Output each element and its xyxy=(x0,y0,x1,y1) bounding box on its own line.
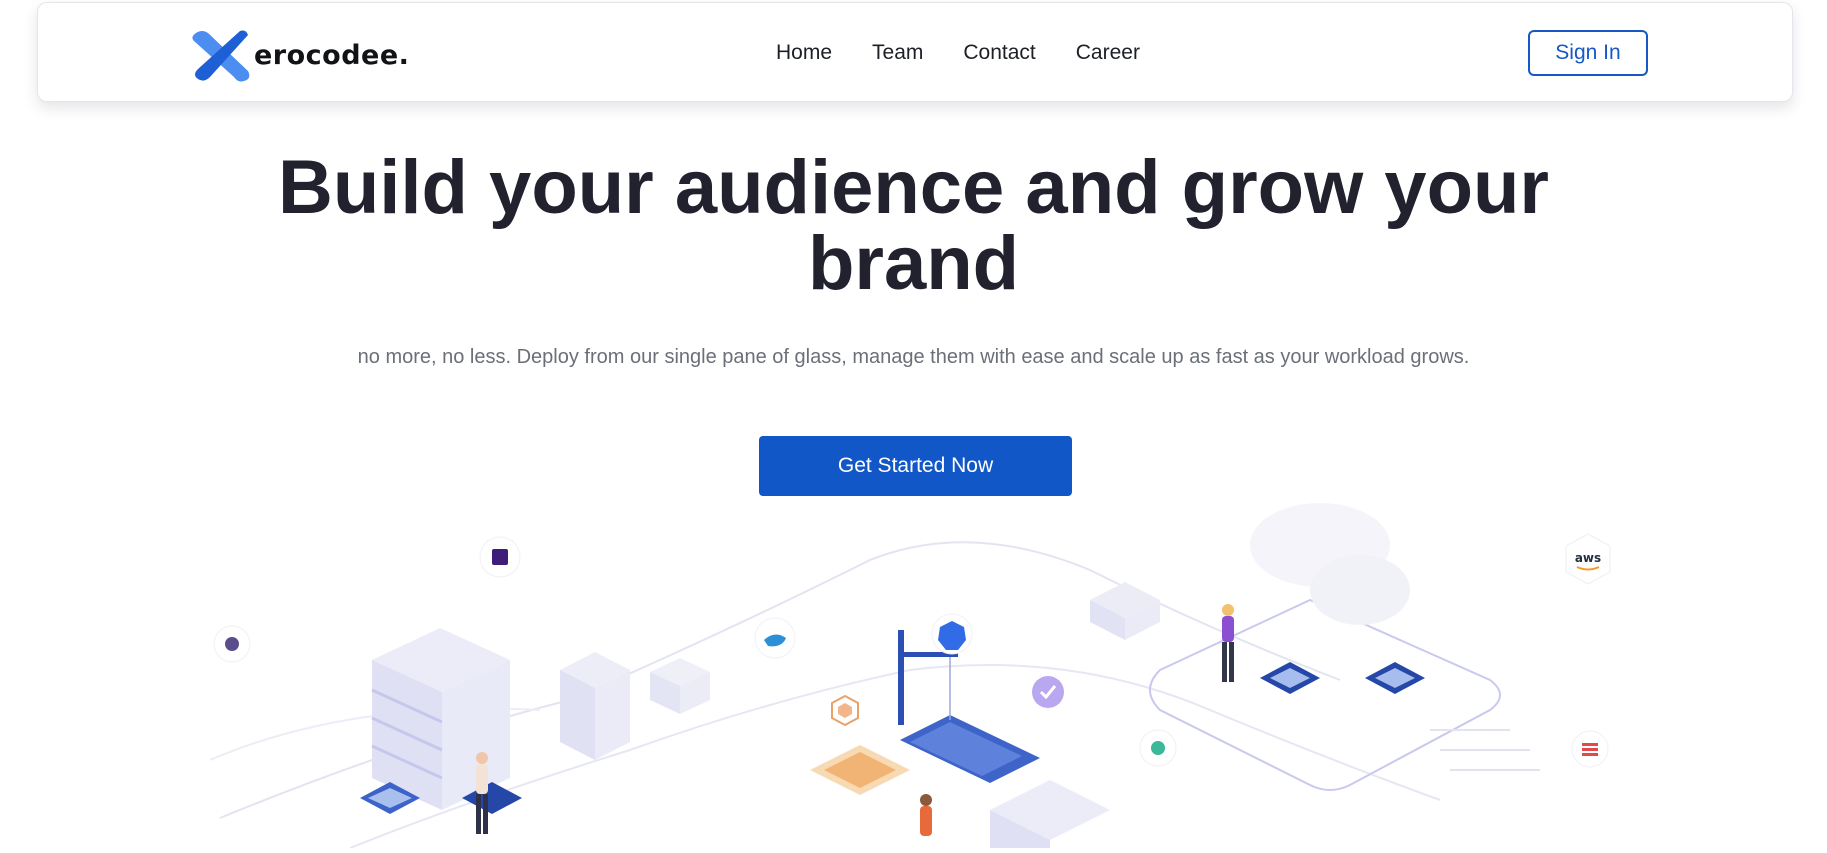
nav-link-home[interactable]: Home xyxy=(776,41,832,65)
kubernetes-icon xyxy=(931,613,973,655)
sign-in-button[interactable]: Sign In xyxy=(1528,30,1648,76)
get-started-button[interactable]: Get Started Now xyxy=(759,436,1072,496)
nav-link-team[interactable]: Team xyxy=(872,41,923,65)
top-navbar: erocodee. Home Team Contact Career Sign … xyxy=(37,2,1793,102)
docker-icon xyxy=(754,617,796,659)
seal-icon xyxy=(1139,729,1177,767)
hero-isometric-illustration: aws xyxy=(209,500,1620,849)
person-figure-right xyxy=(1222,604,1234,682)
hexagon-node-icon xyxy=(831,694,859,727)
logo-text: erocodee. xyxy=(254,40,410,71)
hero-title: Build your audience and grow your brand xyxy=(277,145,1550,306)
nav-link-contact[interactable]: Contact xyxy=(963,41,1035,65)
brand-logo[interactable]: erocodee. xyxy=(188,27,409,83)
person-figure-center xyxy=(920,794,932,836)
server-stack-left xyxy=(360,628,522,814)
aws-icon: aws xyxy=(1565,533,1611,585)
server-list-icon xyxy=(1571,730,1609,768)
app-grid-icon xyxy=(479,536,521,578)
isometric-scene-graphic: aws xyxy=(209,503,1611,849)
main-nav: Home Team Contact Career xyxy=(776,41,1140,65)
logo-x-mark-icon xyxy=(188,27,258,83)
nav-link-career[interactable]: Career xyxy=(1076,41,1140,65)
globe-icon xyxy=(213,625,251,663)
svg-text:aws: aws xyxy=(1575,551,1601,565)
hero-subtitle: no more, no less. Deploy from our single… xyxy=(357,346,1470,368)
